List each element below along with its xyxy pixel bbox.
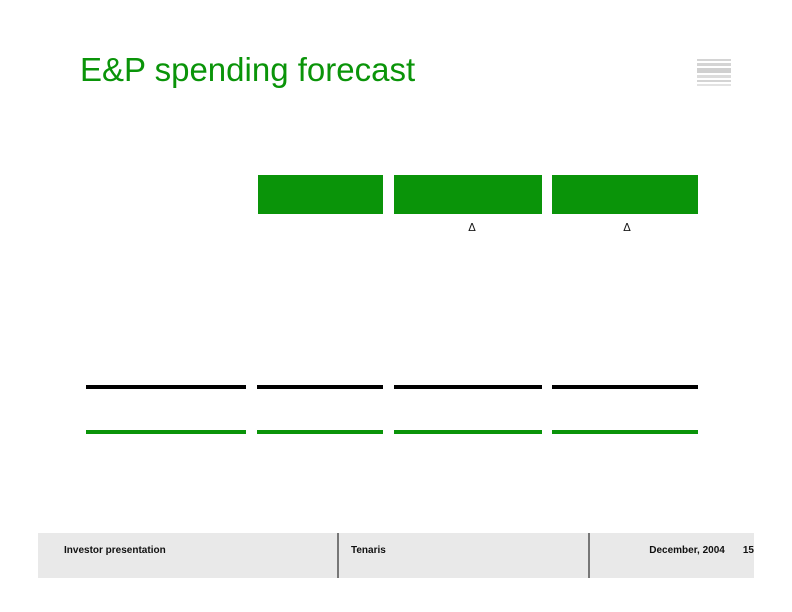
footer-presentation-label: Investor presentation	[64, 533, 166, 578]
black-rule-2	[257, 385, 383, 389]
delta-marker-2: Δ	[623, 221, 631, 234]
black-rule-1	[86, 385, 246, 389]
footer-divider-2	[588, 533, 590, 578]
black-rule-4	[552, 385, 698, 389]
chart-region: ΔΔ	[0, 0, 792, 520]
footer-company-text: Tenaris	[351, 545, 386, 556]
slide-canvas: E&P spending forecast ΔΔ Investor presen…	[0, 0, 792, 612]
footer-presentation-text: Investor presentation	[64, 545, 166, 556]
green-rule-4	[552, 430, 698, 434]
footer-date-text: December, 2004	[649, 545, 725, 556]
delta-marker-1: Δ	[468, 221, 476, 234]
chart-bar-1	[258, 175, 383, 214]
slide-footer: Investor presentation Tenaris December, …	[38, 533, 754, 578]
footer-date-page: December, 2004 15	[616, 533, 754, 578]
green-rule-3	[394, 430, 542, 434]
green-rule-2	[257, 430, 383, 434]
footer-divider-1	[337, 533, 339, 578]
green-rule-1	[86, 430, 246, 434]
footer-company-label: Tenaris	[351, 533, 386, 578]
black-rule-3	[394, 385, 542, 389]
footer-page-number: 15	[742, 545, 754, 556]
chart-bar-3	[552, 175, 698, 214]
chart-bar-2	[394, 175, 542, 214]
